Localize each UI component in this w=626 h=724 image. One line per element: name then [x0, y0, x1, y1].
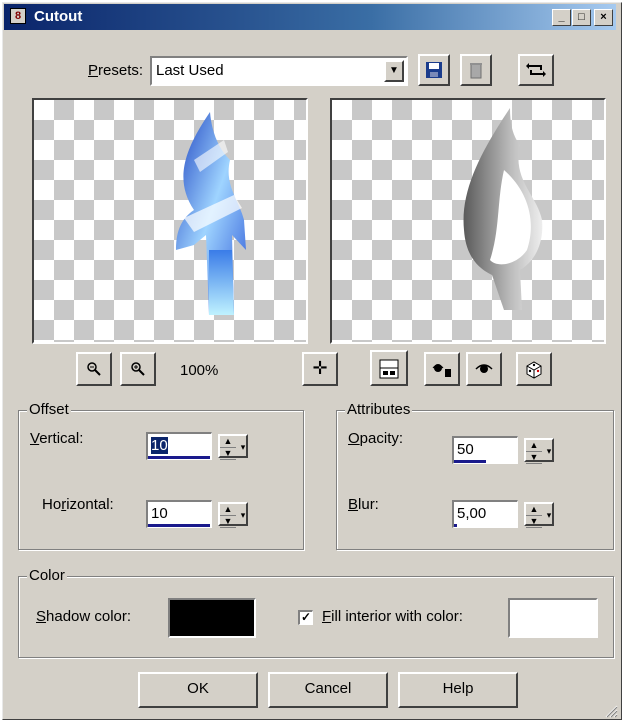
presets-value: Last Used — [156, 62, 224, 79]
blur-field[interactable]: 5,00 — [452, 500, 518, 528]
move-preview-button[interactable]: ✛ — [302, 352, 338, 386]
horizontal-spin-arrows[interactable]: ▲ ▼ — [220, 504, 236, 528]
proof-toggle-button[interactable] — [370, 350, 408, 386]
reset-defaults-icon — [475, 364, 493, 373]
horizontal-dropdown-icon[interactable]: ▾ — [236, 504, 250, 528]
move-icon: ✛ — [312, 358, 328, 378]
blur-label: Blur: — [348, 496, 379, 513]
presets-dropdown[interactable]: Last Used ▼ — [150, 56, 408, 86]
zoom-in-icon — [131, 362, 145, 376]
resize-grip-icon[interactable] — [604, 704, 618, 718]
horizontal-spinner[interactable]: ▲ ▼ ▾ — [218, 502, 250, 528]
fill-color-swatch[interactable] — [508, 598, 598, 638]
title-bar[interactable]: 8 Cutout _ □ × — [4, 4, 616, 30]
opacity-dropdown-icon[interactable]: ▾ — [542, 440, 556, 464]
reset-defaults-button[interactable] — [466, 352, 502, 386]
delete-preset-icon — [470, 63, 482, 79]
auto-proof-icon — [432, 364, 451, 377]
blur-spin-arrows[interactable]: ▲ ▼ — [526, 504, 542, 528]
horizontal-progress — [148, 524, 210, 527]
proof-toggle-icon — [379, 359, 399, 379]
blur-progress — [454, 524, 457, 527]
presets-label: Presets: — [88, 62, 144, 79]
result-preview[interactable] — [330, 98, 606, 344]
save-preset-button[interactable] — [418, 54, 450, 86]
color-legend: Color — [27, 567, 67, 584]
vertical-dropdown-icon[interactable]: ▾ — [236, 436, 250, 460]
shadow-color-swatch[interactable] — [168, 598, 256, 638]
source-preview[interactable] — [32, 98, 308, 344]
horizontal-label: Horizontal: — [42, 496, 114, 513]
opacity-label: Opacity: — [348, 430, 404, 447]
zoom-level: 100% — [180, 362, 219, 379]
reset-button[interactable] — [518, 54, 554, 86]
horizontal-value: 10 — [151, 505, 168, 522]
maximize-button[interactable]: □ — [572, 9, 591, 26]
opacity-spin-arrows[interactable]: ▲ ▼ — [526, 440, 542, 464]
zoom-in-button[interactable] — [120, 352, 156, 386]
zoom-out-icon — [87, 362, 101, 376]
vertical-label: Vertical: — [30, 430, 84, 447]
ok-button[interactable]: OK — [138, 672, 258, 708]
app-icon[interactable]: 8 — [10, 8, 26, 24]
reset-icon — [526, 63, 546, 77]
close-button[interactable]: × — [594, 9, 613, 26]
save-preset-icon — [426, 62, 442, 78]
minimize-button[interactable]: _ — [552, 9, 571, 26]
offset-legend: Offset — [27, 401, 71, 418]
window-title: Cutout — [34, 8, 83, 25]
opacity-progress — [454, 460, 486, 463]
blur-value: 5,00 — [457, 505, 487, 522]
fill-interior-label: Fill interior with color: — [322, 608, 463, 625]
fill-interior-checkbox[interactable]: ✓ — [298, 610, 313, 625]
source-image — [176, 112, 246, 315]
result-image — [463, 108, 543, 310]
vertical-value: 10 — [151, 437, 168, 454]
delete-preset-button[interactable] — [460, 54, 492, 86]
vertical-spin-arrows[interactable]: ▲ ▼ — [220, 436, 236, 460]
help-button[interactable]: Help — [398, 672, 518, 708]
attributes-legend: Attributes — [345, 401, 413, 418]
vertical-field[interactable]: 10 — [146, 432, 212, 460]
fill-color-fill — [510, 600, 596, 636]
randomize-icon — [526, 361, 542, 379]
cancel-button[interactable]: Cancel — [268, 672, 388, 708]
blur-spinner[interactable]: ▲ ▼ ▾ — [524, 502, 556, 528]
opacity-spinner[interactable]: ▲ ▼ ▾ — [524, 438, 556, 464]
zoom-out-button[interactable] — [76, 352, 112, 386]
opacity-field[interactable]: 50 — [452, 436, 518, 464]
opacity-value: 50 — [457, 441, 474, 458]
vertical-spinner[interactable]: ▲ ▼ ▾ — [218, 434, 250, 460]
shadow-color-fill — [170, 600, 254, 636]
auto-proof-button[interactable] — [424, 352, 460, 386]
horizontal-field[interactable]: 10 — [146, 500, 212, 528]
vertical-progress — [148, 456, 210, 459]
shadow-color-label: Shadow color: — [36, 608, 132, 625]
chevron-down-icon[interactable]: ▼ — [384, 60, 404, 82]
blur-dropdown-icon[interactable]: ▾ — [542, 504, 556, 528]
randomize-button[interactable] — [516, 352, 552, 386]
